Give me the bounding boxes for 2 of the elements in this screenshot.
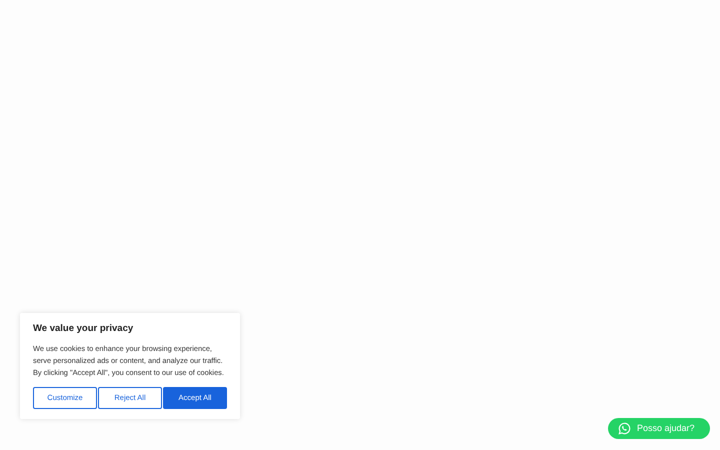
banner-title: We value your privacy: [33, 323, 134, 335]
whatsapp-icon: [618, 422, 631, 435]
